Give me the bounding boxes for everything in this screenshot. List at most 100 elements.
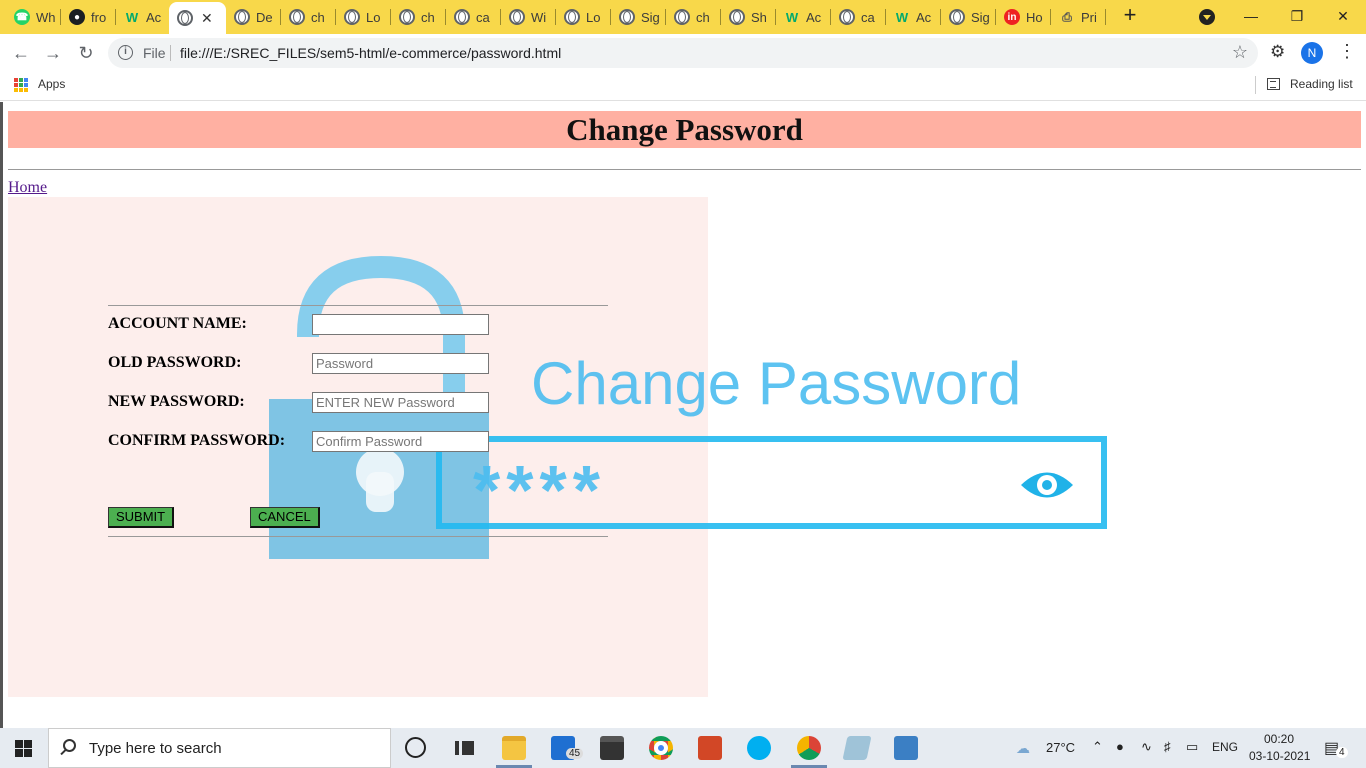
tab-2[interactable]: W Ac (116, 4, 171, 30)
tab-0[interactable]: ☎ Wh (6, 4, 61, 30)
tab-label: ch (311, 9, 325, 25)
notepad-icon[interactable] (842, 736, 872, 760)
chrome-profile-icon[interactable] (797, 736, 821, 760)
close-window-button[interactable]: ✕ (1320, 0, 1366, 32)
tab-17[interactable]: Sig (941, 4, 996, 30)
globe-icon (839, 9, 855, 25)
tab-8[interactable]: ca (446, 4, 501, 30)
file-explorer-icon[interactable] (502, 736, 526, 760)
globe-icon (674, 9, 690, 25)
reload-button[interactable]: ↻ (74, 41, 98, 65)
globe-icon (344, 9, 360, 25)
tab-9[interactable]: Wi (501, 4, 556, 30)
submit-button[interactable]: SUBMIT (108, 507, 175, 528)
tab-label: Ac (916, 9, 932, 25)
skype-icon[interactable] (747, 736, 771, 760)
whatsapp-icon: ☎ (14, 9, 30, 25)
account-name-label: ACCOUNT NAME: (108, 315, 247, 332)
apps-bookmark[interactable]: Apps (38, 77, 65, 91)
task-view-icon[interactable] (453, 736, 477, 760)
tab-label: Pri (1081, 9, 1097, 25)
language-indicator[interactable]: ENG (1212, 740, 1238, 754)
globe-icon (454, 9, 470, 25)
powerpoint-icon[interactable] (698, 736, 722, 760)
tab-label: ch (421, 9, 435, 25)
address-bar[interactable]: i File file:///E:/SREC_FILES/sem5-html/e… (108, 38, 1258, 68)
confirm-password-label: CONFIRM PASSWORD: (108, 432, 286, 449)
temperature[interactable]: 27°C (1046, 740, 1075, 755)
w3schools-icon: W (895, 9, 909, 25)
home-link[interactable]: Home (8, 179, 47, 197)
old-password-input[interactable] (312, 353, 489, 374)
restore-button[interactable]: ❐ (1274, 0, 1320, 32)
globe-icon (619, 9, 635, 25)
browser-toolbar: ← → ↻ i File file:///E:/SREC_FILES/sem5-… (0, 34, 1366, 71)
tab-label: Wh (36, 9, 56, 25)
new-password-input[interactable] (312, 392, 489, 413)
bookmark-star-icon[interactable]: ☆ (1232, 42, 1248, 63)
tab-11[interactable]: Sig (611, 4, 666, 30)
tab-14[interactable]: W Ac (776, 4, 831, 30)
weather-icon[interactable]: ☁ (1016, 740, 1030, 757)
clock-date[interactable]: 03-10-2021 (1249, 749, 1310, 763)
tab-15[interactable]: ca (831, 4, 886, 30)
tab-label: Ho (1026, 9, 1043, 25)
tab-1[interactable]: ● fro (61, 4, 116, 30)
onedrive-icon[interactable]: ● (1116, 739, 1124, 754)
cancel-button[interactable]: CANCEL (250, 507, 320, 528)
tab-13[interactable]: Sh (721, 4, 776, 30)
minimize-button[interactable]: — (1228, 0, 1274, 32)
globe-icon (564, 9, 580, 25)
tab-19[interactable]: ⎙ Pri (1051, 4, 1106, 30)
tab-16[interactable]: W Ac (886, 4, 941, 30)
new-password-label: NEW PASSWORD: (108, 393, 245, 410)
taskbar-search-box[interactable]: Type here to search (48, 728, 391, 768)
globe-icon (177, 10, 193, 26)
address-scheme: File (143, 45, 166, 61)
tab-search-icon[interactable] (1199, 9, 1215, 25)
reading-list-icon[interactable] (1267, 78, 1280, 90)
site-info-icon[interactable]: i (118, 45, 133, 60)
w3schools-icon: W (785, 9, 799, 25)
mail-badge: 45 (566, 748, 584, 759)
battery-icon[interactable]: ▭ (1186, 739, 1198, 755)
tab-4[interactable]: De (226, 4, 281, 30)
chevron-up-icon[interactable]: ⌃ (1092, 739, 1103, 755)
start-icon[interactable] (15, 740, 32, 757)
tab-label: Lo (586, 9, 601, 25)
extensions-icon[interactable]: ⚙ (1270, 42, 1285, 62)
chrome-icon[interactable] (649, 736, 673, 760)
tab-6[interactable]: Lo (336, 4, 391, 30)
reading-list-button[interactable]: Reading list (1290, 77, 1353, 91)
back-button[interactable]: ← (9, 41, 33, 65)
network-icon[interactable]: ∿ (1141, 739, 1152, 755)
tab-5[interactable]: ch (281, 4, 336, 30)
confirm-password-input[interactable] (312, 431, 489, 452)
tab-10[interactable]: Lo (556, 4, 611, 30)
tab-label: fro (91, 9, 107, 25)
store-icon[interactable] (600, 736, 624, 760)
clock-time[interactable]: 00:20 (1264, 732, 1294, 746)
notification-count: 4 (1336, 747, 1348, 758)
profile-avatar[interactable]: N (1301, 42, 1323, 64)
apps-icon[interactable] (14, 78, 28, 92)
tab-label: ch (696, 9, 710, 25)
cortana-icon[interactable] (405, 737, 426, 758)
tab-label: Ac (806, 9, 822, 25)
tab-18[interactable]: in Ho (996, 4, 1051, 30)
forward-button[interactable]: → (41, 41, 65, 65)
tab-3[interactable]: ✕ (169, 2, 226, 34)
photos-icon[interactable] (894, 736, 918, 760)
account-name-input[interactable] (312, 314, 489, 335)
speaker-icon[interactable]: ♯ (1164, 739, 1171, 754)
tab-label: Ac (146, 9, 162, 25)
new-tab-button[interactable]: + (1119, 4, 1141, 27)
printer-icon: ⎙ (1062, 9, 1072, 24)
form-top-divider (108, 305, 608, 306)
menu-icon[interactable]: ⋮ (1338, 41, 1356, 62)
close-tab-icon[interactable]: ✕ (201, 10, 213, 27)
tab-12[interactable]: ch (666, 4, 721, 30)
address-url[interactable]: file:///E:/SREC_FILES/sem5-html/e-commer… (180, 45, 561, 61)
form-bottom-divider (108, 536, 608, 537)
tab-7[interactable]: ch (391, 4, 446, 30)
